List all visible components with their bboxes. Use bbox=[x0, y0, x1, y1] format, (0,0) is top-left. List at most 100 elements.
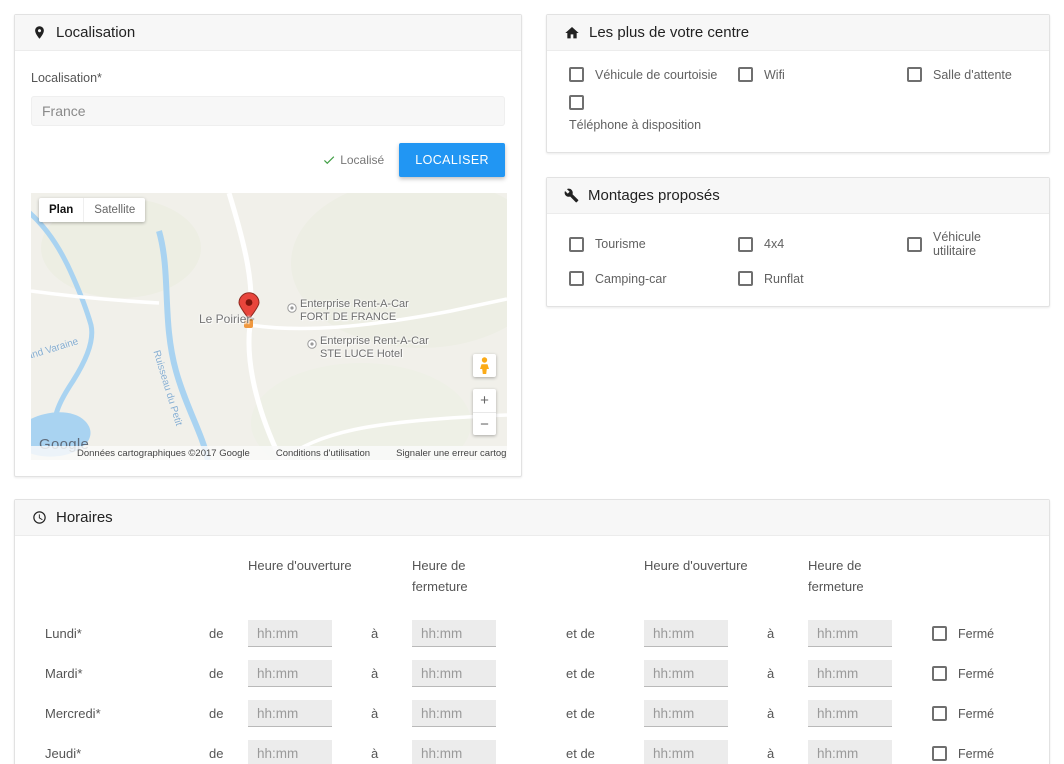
checkbox-4x4[interactable]: 4x4 bbox=[738, 230, 907, 258]
zoom-out-button[interactable]: − bbox=[473, 412, 496, 435]
horaires-row-mercredi: Mercredi* de à et de à Fermé bbox=[45, 694, 1019, 734]
horaires-card-header: Horaires bbox=[15, 500, 1049, 536]
map-type-control: Plan Satellite bbox=[39, 198, 145, 222]
pegman-icon bbox=[477, 357, 492, 374]
right-column: Les plus de votre centre Véhicule de cou… bbox=[546, 14, 1050, 307]
time-lundi-close1-input[interactable] bbox=[412, 620, 496, 647]
page: Localisation Localisation* Localisé LOCA… bbox=[0, 0, 1064, 764]
horaires-row-mardi: Mardi* de à et de à Fermé bbox=[45, 654, 1019, 694]
map-satellite-button[interactable]: Satellite bbox=[83, 198, 145, 222]
day-label: Jeudi* bbox=[45, 746, 209, 761]
time-mardi-open2-input[interactable] bbox=[644, 660, 728, 687]
time-mardi-close1-input[interactable] bbox=[412, 660, 496, 687]
horaires-title: Horaires bbox=[56, 509, 113, 526]
ferme-mardi[interactable]: Fermé bbox=[932, 666, 1019, 681]
ferme-lundi-checkbox[interactable] bbox=[932, 626, 947, 641]
localisation-body: Localisation* Localisé LOCALISER bbox=[15, 51, 521, 476]
map-label-enterprise-fdf: Enterprise Rent-A-Car FORT DE FRANCE bbox=[300, 298, 409, 323]
day-label: Mardi* bbox=[45, 666, 209, 681]
time-lundi-close2-input[interactable] bbox=[808, 620, 892, 647]
telephone-checkbox[interactable] bbox=[569, 95, 584, 110]
localisation-title: Localisation bbox=[56, 24, 135, 41]
ferme-mercredi[interactable]: Fermé bbox=[932, 706, 1019, 721]
horaires-row-jeudi: Jeudi* de à et de à Fermé bbox=[45, 734, 1019, 764]
checkbox-vehicule-utilitaire[interactable]: Véhicule utilitaire bbox=[907, 230, 1027, 258]
time-mardi-open1-input[interactable] bbox=[248, 660, 332, 687]
vehicule-courtoisie-checkbox[interactable] bbox=[569, 67, 584, 82]
close-header-1: Heure de fermeture bbox=[412, 556, 492, 598]
top-row: Localisation Localisation* Localisé LOCA… bbox=[14, 14, 1050, 477]
time-mercredi-close1-input[interactable] bbox=[412, 700, 496, 727]
localized-label: Localisé bbox=[340, 153, 384, 167]
close-header-2: Heure de fermeture bbox=[808, 556, 888, 598]
horaires-body: Heure d'ouverture Heure de fermeture Heu… bbox=[15, 536, 1049, 764]
checkbox-salle-attente[interactable]: Salle d'attente bbox=[907, 67, 1027, 82]
location-pin-icon bbox=[32, 25, 47, 40]
camping-car-checkbox[interactable] bbox=[569, 271, 584, 286]
map-attribution: Données cartographiques ©2017 Google bbox=[77, 448, 250, 459]
map-label-enterprise-steluce: Enterprise Rent-A-Car STE LUCE Hotel bbox=[320, 335, 429, 360]
time-jeudi-close1-input[interactable] bbox=[412, 740, 496, 764]
map-terrain bbox=[31, 193, 507, 460]
ferme-mardi-checkbox[interactable] bbox=[932, 666, 947, 681]
time-mercredi-open2-input[interactable] bbox=[644, 700, 728, 727]
map-report-error-link[interactable]: Signaler une erreur cartographique bbox=[396, 448, 507, 459]
localisation-field-label: Localisation* bbox=[31, 71, 505, 85]
day-label: Mercredi* bbox=[45, 706, 209, 721]
zoom-control: + − bbox=[473, 389, 496, 435]
map-attribution-bar: Données cartographiques ©2017 Google Con… bbox=[31, 446, 507, 460]
day-label: Lundi* bbox=[45, 626, 209, 641]
localize-row: Localisé LOCALISER bbox=[31, 143, 505, 177]
wrench-icon bbox=[564, 188, 579, 203]
extras-body: Véhicule de courtoisie Wifi Salle d'atte… bbox=[547, 51, 1049, 152]
extras-card: Les plus de votre centre Véhicule de cou… bbox=[546, 14, 1050, 153]
map-label-le-poirier: Le Poirier bbox=[199, 313, 250, 326]
montages-body: Tourisme 4x4 Véhicule utilitaire Ca bbox=[547, 214, 1049, 306]
map-plan-button[interactable]: Plan bbox=[39, 198, 83, 222]
map-terms-link[interactable]: Conditions d'utilisation bbox=[276, 448, 370, 459]
localisation-input[interactable] bbox=[31, 96, 505, 126]
ferme-lundi[interactable]: Fermé bbox=[932, 626, 1019, 641]
horaires-card: Horaires Heure d'ouverture Heure de ferm… bbox=[14, 499, 1050, 764]
check-icon bbox=[322, 153, 336, 167]
time-mercredi-open1-input[interactable] bbox=[248, 700, 332, 727]
localized-status: Localisé bbox=[322, 153, 384, 167]
time-lundi-open1-input[interactable] bbox=[248, 620, 332, 647]
clock-icon bbox=[32, 510, 47, 525]
open-header-1: Heure d'ouverture bbox=[248, 556, 371, 577]
time-jeudi-open1-input[interactable] bbox=[248, 740, 332, 764]
salle-attente-checkbox[interactable] bbox=[907, 67, 922, 82]
ferme-jeudi[interactable]: Fermé bbox=[932, 746, 1019, 761]
montages-card-header: Montages proposés bbox=[547, 178, 1049, 214]
montages-title: Montages proposés bbox=[588, 187, 720, 204]
checkbox-camping-car[interactable]: Camping-car bbox=[569, 271, 738, 286]
time-mercredi-close2-input[interactable] bbox=[808, 700, 892, 727]
wifi-checkbox[interactable] bbox=[738, 67, 753, 82]
time-jeudi-close2-input[interactable] bbox=[808, 740, 892, 764]
checkbox-telephone[interactable]: Téléphone à disposition bbox=[569, 95, 738, 132]
localisation-card-header: Localisation bbox=[15, 15, 521, 51]
time-mardi-close2-input[interactable] bbox=[808, 660, 892, 687]
extras-card-header: Les plus de votre centre bbox=[547, 15, 1049, 51]
time-lundi-open2-input[interactable] bbox=[644, 620, 728, 647]
open-header-2: Heure d'ouverture bbox=[644, 556, 767, 577]
pegman-control[interactable] bbox=[473, 354, 496, 377]
extras-title: Les plus de votre centre bbox=[589, 24, 749, 41]
vehicule-utilitaire-checkbox[interactable] bbox=[907, 237, 922, 252]
checkbox-vehicule-courtoisie[interactable]: Véhicule de courtoisie bbox=[569, 67, 738, 82]
localiser-button[interactable]: LOCALISER bbox=[399, 143, 505, 177]
checkbox-tourisme[interactable]: Tourisme bbox=[569, 230, 738, 258]
runflat-checkbox[interactable] bbox=[738, 271, 753, 286]
home-icon bbox=[564, 25, 580, 41]
tourisme-checkbox[interactable] bbox=[569, 237, 584, 252]
checkbox-runflat[interactable]: Runflat bbox=[738, 271, 907, 286]
map[interactable]: Le Poirier Enterprise Rent-A-Car FORT DE… bbox=[31, 193, 507, 460]
ferme-jeudi-checkbox[interactable] bbox=[932, 746, 947, 761]
time-jeudi-open2-input[interactable] bbox=[644, 740, 728, 764]
4x4-checkbox[interactable] bbox=[738, 237, 753, 252]
zoom-in-button[interactable]: + bbox=[473, 389, 496, 412]
horaires-header-row: Heure d'ouverture Heure de fermeture Heu… bbox=[45, 556, 1019, 598]
checkbox-wifi[interactable]: Wifi bbox=[738, 67, 907, 82]
ferme-mercredi-checkbox[interactable] bbox=[932, 706, 947, 721]
localisation-card: Localisation Localisation* Localisé LOCA… bbox=[14, 14, 522, 477]
